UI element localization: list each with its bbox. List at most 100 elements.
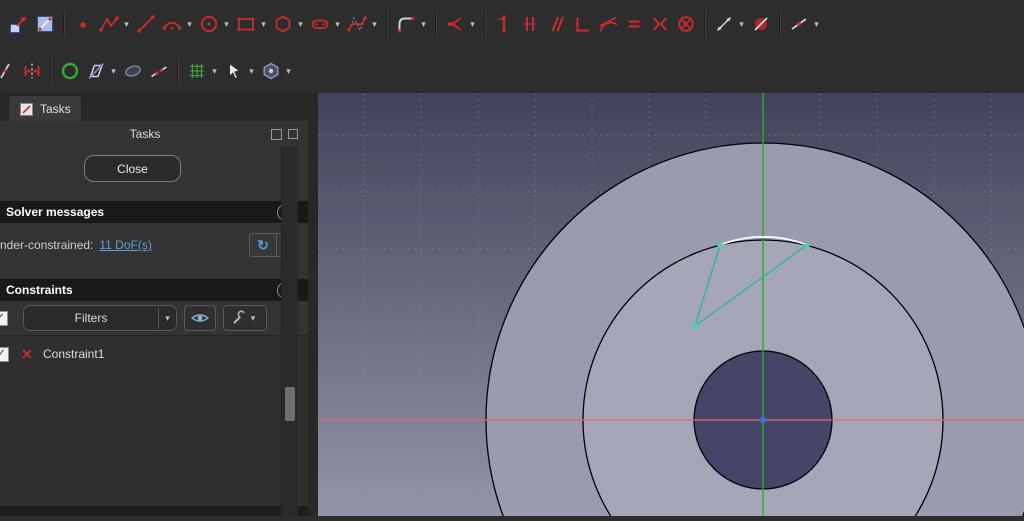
create-polygon-icon [275,15,291,33]
activate-constraint-button[interactable] [786,11,812,37]
close-row: Close [0,147,308,189]
external-geometry-button[interactable] [57,58,83,84]
left-dock: Tasks Tasks Close Solver messages ∧ nder… [0,93,318,516]
constrain-block-button[interactable] [673,11,699,37]
create-bspline-button[interactable] [344,11,370,37]
constrain-horizontal-vertical-button[interactable] [517,11,543,37]
toolbar-separator [177,57,179,84]
create-fillet-dropdown[interactable]: ▾ [419,11,428,37]
create-bspline-dropdown[interactable]: ▾ [370,11,379,37]
toggle-construction-button[interactable] [83,58,109,84]
constraints-title: Constraints [6,283,73,297]
solver-status-text: nder-constrained: [0,238,94,252]
constrain-tangent-icon [599,16,618,32]
sketch-point[interactable] [717,242,723,248]
create-slot-button[interactable] [307,11,333,37]
leave-sketch-button[interactable] [6,11,32,37]
dof-link[interactable]: 11 DoF(s) [99,238,151,252]
filters-dropdown-icon[interactable]: ▾ [158,307,176,329]
create-arc-button[interactable] [159,11,185,37]
create-circle-button[interactable] [196,11,222,37]
viewport-container [318,93,1024,521]
constraint-checkbox[interactable]: ✓ [0,346,9,362]
filters-row: ✓ Filters ▾ ▾ [0,301,308,335]
eye-icon [191,314,209,322]
view-sketch-button[interactable] [32,11,58,37]
dimension-dropdown[interactable]: ▾ [737,11,746,37]
split-edge-button[interactable] [146,58,172,84]
show-hide-constraints-button[interactable] [184,305,216,331]
constrain-parallel-button[interactable] [543,11,569,37]
constrain-vertical-icon [499,15,506,33]
symmetry-button[interactable] [19,58,45,84]
constraints-list: ✓ Constraint1 [0,335,308,506]
constrain-vertical-button[interactable] [491,11,517,37]
scrollbar-thumb[interactable] [285,387,295,421]
toggle-construction-dropdown[interactable]: ▾ [109,58,118,84]
sketch-point[interactable] [804,242,810,248]
carbon-copy-icon [125,64,141,77]
tab-tasks[interactable]: Tasks [8,95,82,122]
settings-dropdown-icon[interactable]: ▾ [249,307,258,329]
trim-edge-button[interactable] [0,58,19,84]
constrain-tangent-button[interactable] [595,11,621,37]
create-polyline-dropdown[interactable]: ▾ [122,11,131,37]
constraint-label: Constraint1 [43,347,105,361]
toggle-grid-button[interactable] [184,58,210,84]
tasks-panel: Tasks Close Solver messages ∧ nder-const… [0,121,308,516]
create-slot-dropdown[interactable]: ▾ [333,11,342,37]
create-polyline-button[interactable] [96,11,122,37]
sketch-point[interactable] [692,323,698,329]
create-arc-dropdown[interactable]: ▾ [185,11,194,37]
constrain-equal-button[interactable] [621,11,647,37]
create-rectangle-icon [237,17,255,31]
carbon-copy-button[interactable] [120,58,146,84]
solver-messages-title: Solver messages [6,205,105,219]
constrain-coincident-dropdown[interactable]: ▾ [468,11,477,37]
rendering-order-dropdown[interactable]: ▾ [284,58,293,84]
create-point-button[interactable] [70,11,96,37]
snap-dropdown[interactable]: ▾ [247,58,256,84]
view-sketch-icon [37,16,53,32]
main-toolbar: ▾ ▾ ▾ ▾ ▾ ▾ ▾ ▾ ▾ ▾ ▾ ▾ ▾ ▾ ▾ [0,0,1024,93]
create-rectangle-button[interactable] [233,11,259,37]
toggle-driving-constraint-button[interactable] [748,11,774,37]
create-rectangle-dropdown[interactable]: ▾ [259,11,268,37]
constrain-symmetric-icon [652,17,668,31]
solver-messages-header[interactable]: Solver messages ∧ [0,201,308,223]
create-fillet-button[interactable] [393,11,419,37]
create-line-button[interactable] [133,11,159,37]
create-line-icon [137,15,155,33]
toolbar-separator [484,11,486,37]
toolbar-row-1: ▾ ▾ ▾ ▾ ▾ ▾ ▾ ▾ ▾ ▾ ▾ [0,0,1024,48]
filters-checkbox[interactable]: ✓ [0,310,8,326]
filters-combo[interactable]: Filters ▾ [23,305,177,331]
close-button[interactable]: Close [84,155,181,182]
activate-constraint-dropdown[interactable]: ▾ [812,11,821,37]
toggle-construction-icon [88,62,105,79]
constrain-symmetric-button[interactable] [647,11,673,37]
list-item[interactable]: ✓ Constraint1 [0,342,308,366]
constrain-block-icon [678,16,694,32]
float-panel-icon[interactable] [271,129,282,140]
rendering-order-button[interactable] [258,58,284,84]
toggle-grid-dropdown[interactable]: ▾ [210,58,219,84]
create-polygon-dropdown[interactable]: ▾ [296,11,305,37]
symmetry-icon [24,63,40,78]
constraints-header[interactable]: Constraints ∧ [0,279,308,301]
sketch-tab-icon [20,102,33,116]
solver-status-row: nder-constrained: 11 DoF(s) ↻ ▾ [0,223,308,267]
panel-scrollbar[interactable] [281,147,298,516]
constrain-perpendicular-button[interactable] [569,11,595,37]
constrain-coincident-button[interactable] [442,11,468,37]
3d-view[interactable] [318,93,1024,521]
constraint-settings-button[interactable]: ▾ [223,305,267,331]
snap-button[interactable] [221,58,247,84]
create-polygon-button[interactable] [270,11,296,37]
dimension-button[interactable] [711,11,737,37]
dock-panel-icon[interactable] [288,129,298,139]
refresh-icon[interactable]: ↻ [250,234,276,256]
create-circle-dropdown[interactable]: ▾ [222,11,231,37]
toolbar-separator [63,11,65,37]
origin-point[interactable] [760,417,766,423]
